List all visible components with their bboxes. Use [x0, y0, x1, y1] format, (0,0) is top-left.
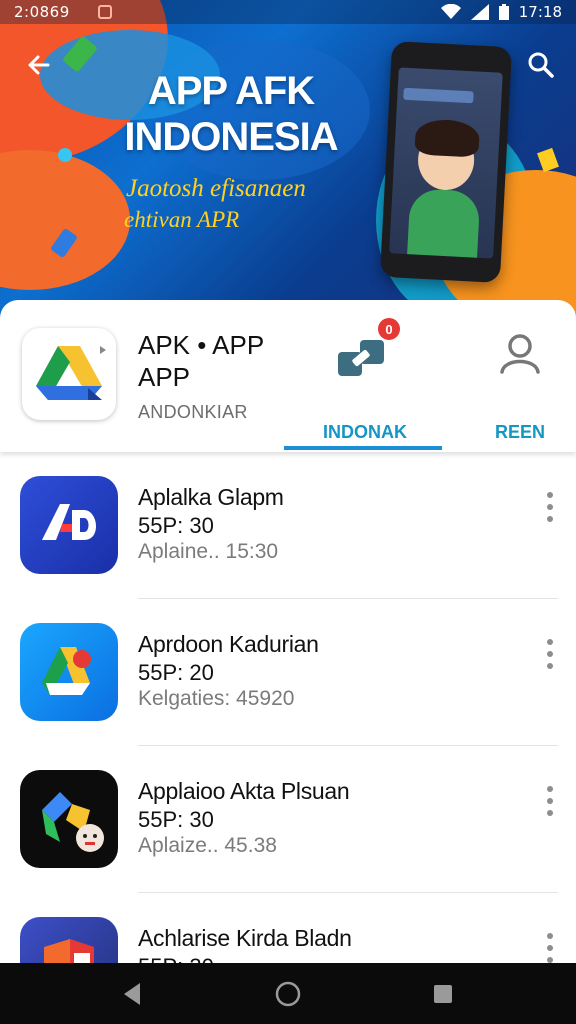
person-icon — [500, 334, 540, 374]
system-nav-bar — [0, 963, 576, 1024]
more-options-icon[interactable] — [542, 639, 558, 669]
character-hair — [414, 118, 481, 158]
item-title: Applaioo Akta Plsuan — [138, 778, 350, 804]
back-arrow-icon[interactable] — [24, 50, 54, 80]
colorful-logo-icon — [42, 792, 104, 852]
app-name-line1: APK • APP — [138, 330, 265, 360]
item-meta: 55P: 30 — [138, 807, 214, 832]
app-developer: ANDONKIAR — [138, 402, 248, 422]
app-icon — [20, 770, 118, 868]
item-detail: Aplaine.. 15:30 — [138, 540, 279, 563]
phone-illustration — [379, 41, 513, 283]
signal-icon — [470, 4, 489, 20]
hero-banner: 2:0869 17:18 APP AFK INDONESIA Jaotosh e… — [0, 0, 576, 318]
banner-title-line2: INDONESIA — [124, 115, 338, 159]
dot-decoration — [58, 148, 72, 162]
item-title: Aplalka Glapm — [138, 484, 284, 510]
active-tab-indicator — [284, 446, 442, 450]
drive-logo-icon — [42, 647, 91, 695]
nav-back-icon[interactable] — [118, 979, 148, 1009]
app-icon — [20, 623, 118, 721]
tab-indonak-label: INDONAK — [323, 422, 407, 442]
list-item[interactable]: Applaioo Akta Plsuan 55P: 30 Aplaize.. 4… — [0, 746, 576, 893]
square-decoration — [537, 147, 559, 173]
app-header-card: APK • APP APP ANDONKIAR 0 INDONAK REEN — [0, 300, 576, 452]
status-time-right: 17:18 — [518, 3, 562, 21]
tab-reen-label: REEN — [494, 422, 545, 442]
item-detail: Aplaize.. 45.38 — [138, 834, 277, 857]
item-detail: Kelgaties: 45920 — [138, 687, 295, 710]
banner-subtitle-line2: ehtivan APR — [124, 207, 240, 232]
status-bar: 2:0869 17:18 — [0, 0, 576, 24]
wifi-icon — [440, 4, 461, 19]
app-name-line2: APP — [138, 362, 191, 392]
banner-shape — [0, 150, 130, 290]
app-icon — [20, 476, 118, 574]
item-meta: 55P: 20 — [138, 660, 214, 685]
item-title: Aprdoon Kadurian — [138, 631, 319, 657]
app-logo — [22, 328, 116, 420]
more-options-icon[interactable] — [542, 933, 558, 963]
search-icon[interactable] — [526, 50, 556, 80]
character-body — [406, 188, 481, 259]
nav-home-icon[interactable] — [273, 979, 303, 1009]
nav-recents-icon[interactable] — [428, 979, 458, 1009]
list-item[interactable]: Aprdoon Kadurian 55P: 20 Kelgaties: 4592… — [0, 599, 576, 746]
ab-logo-icon — [42, 504, 97, 540]
phone-search-bar — [403, 87, 474, 104]
banner-subtitle-line1: Jaotosh efisanaen — [126, 175, 306, 202]
item-title: Achlarise Kirda Bladn — [138, 925, 352, 951]
tab-indonak[interactable]: 0 INDONAK — [290, 316, 440, 452]
status-time-left: 2:0869 — [14, 3, 70, 21]
banner-title-line1: APP AFK — [147, 69, 315, 113]
list-item[interactable]: Aplalka Glapm 55P: 30 Aplaine.. 15:30 — [0, 452, 576, 599]
phone-screen — [389, 67, 503, 259]
tab-reen[interactable]: REEN — [470, 320, 570, 452]
battery-icon — [498, 4, 509, 20]
notification-badge: 0 — [376, 316, 402, 342]
more-options-icon[interactable] — [542, 492, 558, 522]
notification-icon — [97, 5, 112, 19]
banner-title: APP AFK INDONESIA — [106, 68, 356, 160]
item-meta: 55P: 30 — [138, 513, 214, 538]
more-options-icon[interactable] — [542, 786, 558, 816]
drive-logo-icon — [36, 346, 106, 400]
